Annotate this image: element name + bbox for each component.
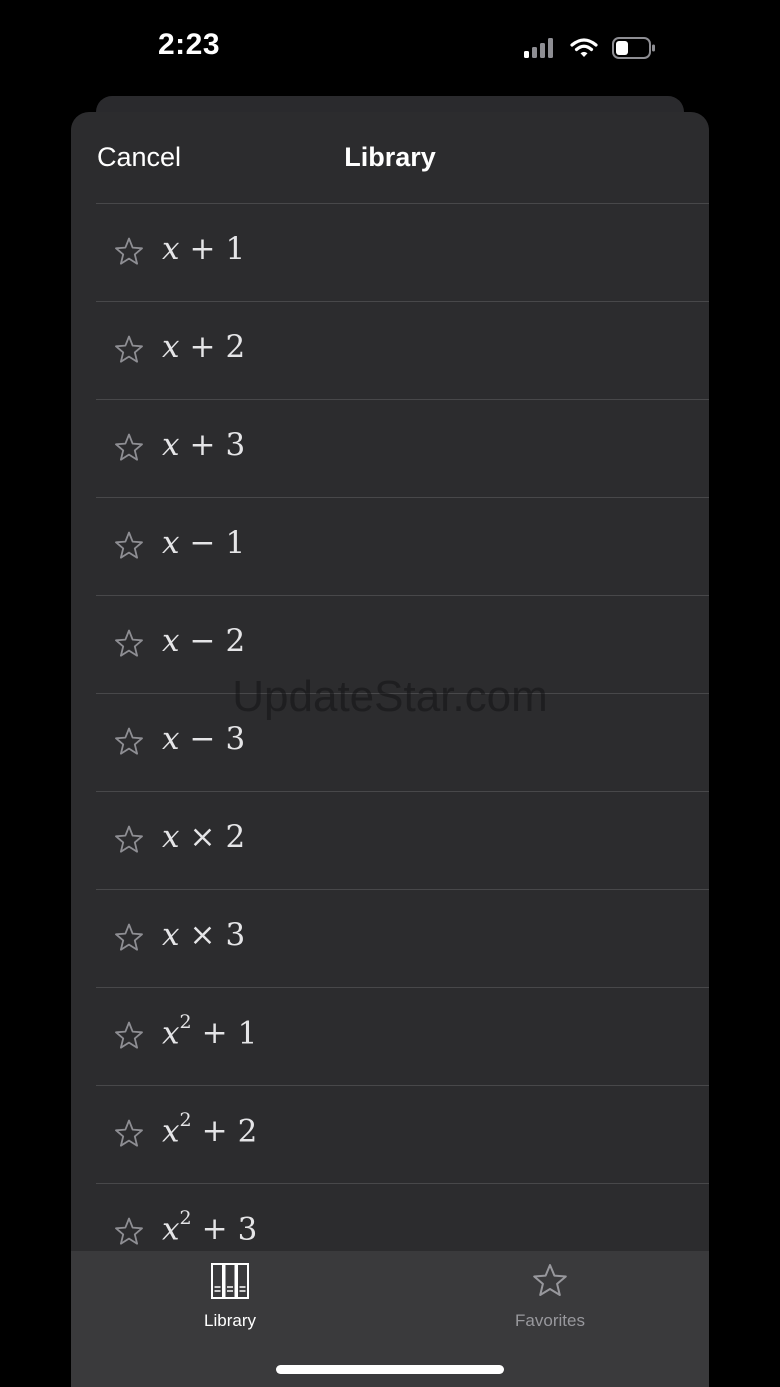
expression-operator: + xyxy=(201,1015,228,1052)
function-expression: x2 +1 xyxy=(162,1011,258,1052)
list-item[interactable]: x × 2 xyxy=(96,791,709,889)
wifi-icon xyxy=(570,38,598,57)
expression-operator: − xyxy=(189,721,216,757)
list-item[interactable]: x −2 xyxy=(96,595,709,693)
favorite-star-icon[interactable] xyxy=(113,824,145,856)
expression-variable: x xyxy=(162,427,180,463)
favorite-star-icon[interactable] xyxy=(113,432,145,464)
expression-variable: x xyxy=(162,1113,180,1150)
list-item[interactable]: x −1 xyxy=(96,497,709,595)
tab-library[interactable]: Library xyxy=(130,1261,330,1341)
list-item[interactable]: x × 3 xyxy=(96,889,709,987)
expression-variable: x xyxy=(162,231,180,267)
favorite-star-icon[interactable] xyxy=(113,236,145,268)
function-expression: x −3 xyxy=(162,721,245,757)
function-list: x +1 x +2 x +3 x −1 x −2 x −3 x × 2 x × 3 x2 +1 x2 +2 x2 +3 xyxy=(96,203,709,1281)
expression-number: 2 xyxy=(237,1113,258,1150)
expression-operator: − xyxy=(189,623,216,659)
library-sheet: Cancel Library x +1 x +2 x +3 x −1 x −2 x −3 x × 2 x × 3 x… xyxy=(71,112,709,1387)
expression-number: 2 xyxy=(225,623,246,659)
expression-operator: + xyxy=(189,231,216,267)
list-item[interactable]: x2 +2 xyxy=(96,1085,709,1183)
screen: 2:23 Cancel Library x + 1 x + 2 x + 3 x … xyxy=(0,0,780,1387)
expression-number: 1 xyxy=(237,1015,258,1052)
function-expression: x +1 xyxy=(162,231,245,267)
cellular-signal-icon xyxy=(524,38,553,58)
expression-variable: x xyxy=(162,1211,180,1248)
expression-number: 3 xyxy=(237,1211,258,1248)
list-item[interactable]: x +1 xyxy=(96,203,709,301)
expression-operator: + xyxy=(189,329,216,365)
favorite-star-icon[interactable] xyxy=(113,1020,145,1052)
favorite-star-icon[interactable] xyxy=(113,1216,145,1248)
expression-variable: x xyxy=(162,525,180,561)
function-expression: x2 +3 xyxy=(162,1207,258,1248)
function-expression: x −1 xyxy=(162,525,245,561)
function-expression: x2 +2 xyxy=(162,1109,258,1150)
expression-number: 2 xyxy=(225,819,246,855)
page-title: Library xyxy=(344,142,436,172)
expression-number: 3 xyxy=(225,721,246,757)
tab-favorites-label: Favorites xyxy=(515,1311,585,1330)
tab-favorites[interactable]: Favorites xyxy=(450,1261,650,1341)
favorite-star-icon[interactable] xyxy=(113,1118,145,1150)
books-icon xyxy=(211,1263,249,1299)
expression-operator: + xyxy=(201,1113,228,1150)
expression-exponent: 2 xyxy=(179,1207,192,1229)
tab-library-label: Library xyxy=(204,1311,256,1330)
expression-number: 3 xyxy=(225,427,246,463)
favorite-star-icon[interactable] xyxy=(113,334,145,366)
status-icons xyxy=(524,36,656,60)
expression-variable: x xyxy=(162,721,180,757)
function-expression: x +3 xyxy=(162,427,245,463)
expression-variable: x xyxy=(162,819,180,855)
expression-number: 3 xyxy=(225,917,246,953)
list-item[interactable]: x −3 xyxy=(96,693,709,791)
expression-exponent: 2 xyxy=(179,1011,192,1033)
favorite-star-icon[interactable] xyxy=(113,726,145,758)
status-time: 2:23 xyxy=(158,28,221,61)
battery-icon xyxy=(612,37,655,59)
expression-operator: − xyxy=(189,525,216,561)
list-item[interactable]: x2 +1 xyxy=(96,987,709,1085)
expression-variable: x xyxy=(162,917,180,953)
list-item[interactable]: x +2 xyxy=(96,301,709,399)
status-bar: 2:23 xyxy=(0,0,780,96)
function-expression: x −2 xyxy=(162,623,245,659)
home-indicator[interactable] xyxy=(276,1365,504,1374)
expression-operator: × xyxy=(189,917,216,953)
favorite-star-icon[interactable] xyxy=(113,530,145,562)
expression-exponent: 2 xyxy=(179,1109,192,1131)
nav-bar: Cancel Library xyxy=(71,112,709,204)
function-expression: x +2 xyxy=(162,329,245,365)
favorite-star-icon[interactable] xyxy=(113,628,145,660)
function-expression: x × 3 xyxy=(162,917,245,953)
star-icon xyxy=(533,1264,567,1296)
expression-operator: × xyxy=(189,819,216,855)
expression-variable: x xyxy=(162,1015,180,1052)
expression-operator: + xyxy=(189,427,216,463)
expression-variable: x xyxy=(162,329,180,365)
expression-variable: x xyxy=(162,623,180,659)
expression-operator: + xyxy=(201,1211,228,1248)
expression-number: 2 xyxy=(225,329,246,365)
function-expression: x × 2 xyxy=(162,819,245,855)
expression-number: 1 xyxy=(225,231,246,267)
favorite-star-icon[interactable] xyxy=(113,922,145,954)
list-item[interactable]: x +3 xyxy=(96,399,709,497)
expression-number: 1 xyxy=(225,525,246,561)
